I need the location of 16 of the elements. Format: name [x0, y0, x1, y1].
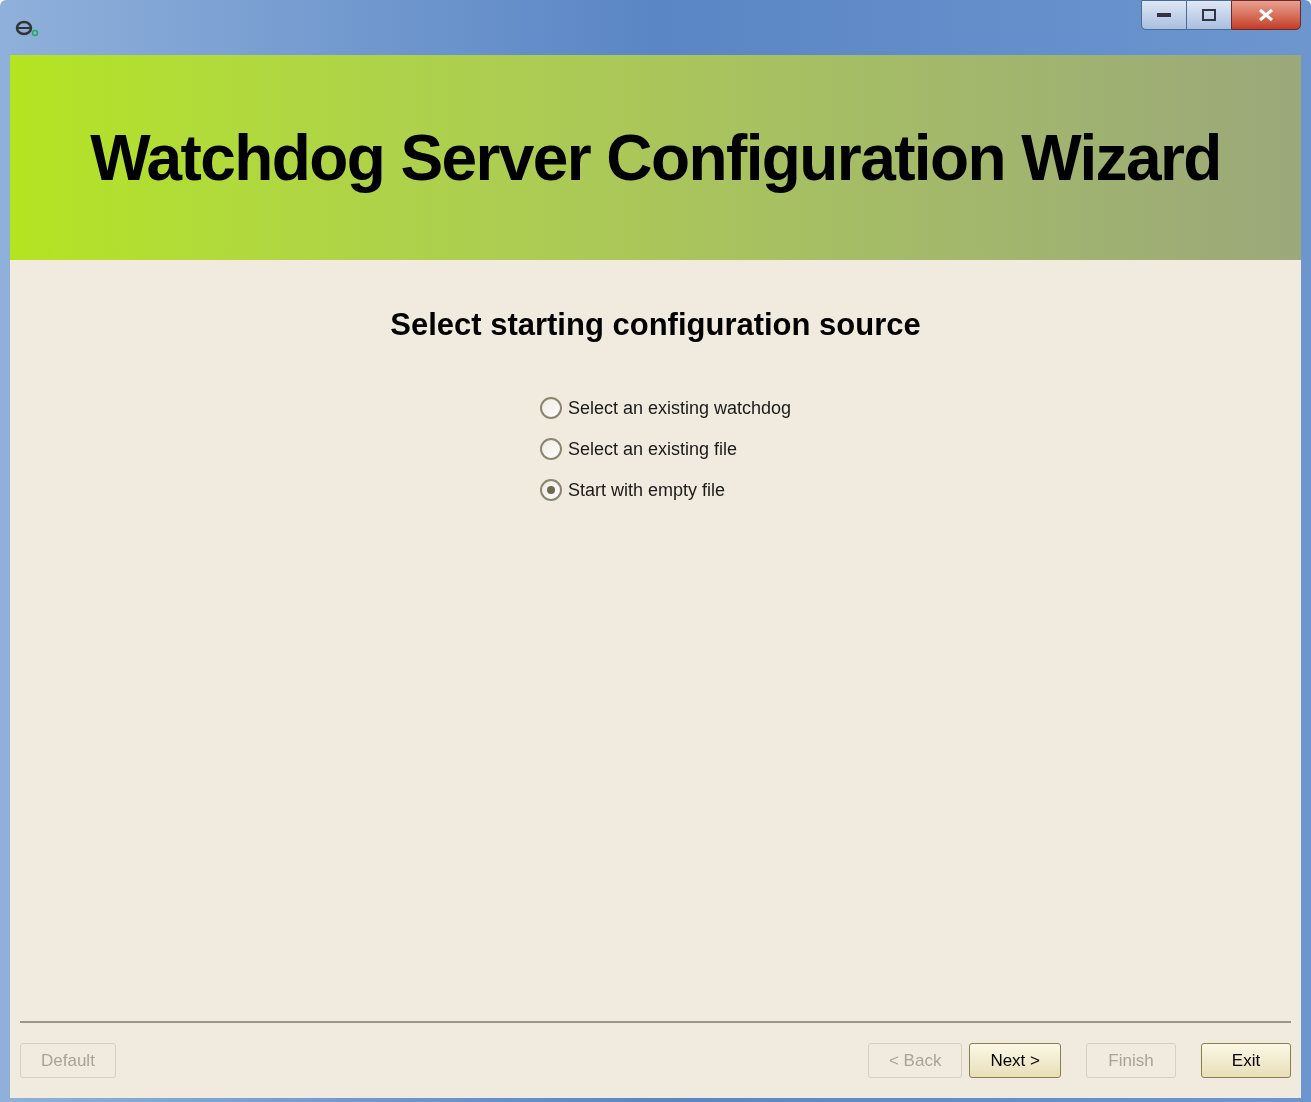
option-label: Select an existing file — [567, 437, 737, 461]
option-label: Start with empty file — [567, 478, 725, 502]
close-icon — [1258, 8, 1274, 22]
maximize-button[interactable] — [1187, 0, 1231, 30]
radio-button[interactable] — [539, 397, 562, 419]
close-button[interactable] — [1231, 0, 1301, 30]
radio-button[interactable] — [539, 479, 562, 501]
minimize-button[interactable] — [1141, 0, 1187, 30]
option-label: Select an existing watchdog — [567, 396, 792, 420]
maximize-icon — [1202, 9, 1216, 21]
page-heading: Select starting configuration source — [390, 306, 921, 344]
wizard-button[interactable]: Exit — [1201, 1043, 1291, 1078]
banner-title: Watchdog Server Configuration Wizard — [90, 120, 1221, 196]
radio-button[interactable] — [539, 438, 562, 460]
minimize-icon — [1157, 13, 1171, 17]
wizard-button[interactable]: Next > — [969, 1043, 1061, 1078]
